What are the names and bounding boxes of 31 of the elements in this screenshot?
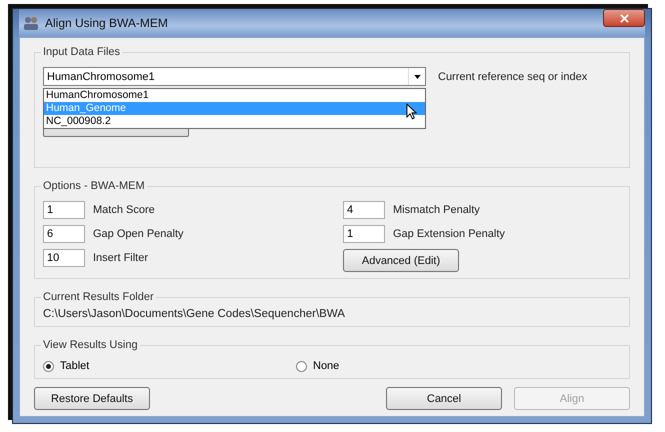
number-field[interactable]: 1 <box>343 225 385 243</box>
radio-label: Tablet <box>60 360 90 372</box>
field-label: Match Score <box>93 204 155 216</box>
field-label: Mismatch Penalty <box>393 204 480 216</box>
number-field[interactable]: 6 <box>43 225 85 243</box>
radio-button[interactable] <box>43 360 54 372</box>
group-legend: View Results Using <box>41 339 140 351</box>
close-button[interactable] <box>603 9 645 27</box>
reference-label: Current reference seq or index <box>438 70 588 82</box>
group-legend: Options - BWA-MEM <box>41 180 147 192</box>
field-label: Gap Open Penalty <box>93 228 184 240</box>
folder-path: C:\Users\Jason\Documents\Gene Codes\Sequencher\BWA <box>43 308 346 320</box>
radio-button[interactable] <box>296 360 307 372</box>
window-title: Align Using BWA-MEM <box>45 16 168 30</box>
group-legend: Current Results Folder <box>41 291 156 303</box>
close-icon <box>620 14 628 22</box>
dialog-button[interactable]: Cancel <box>386 387 502 410</box>
advanced-button[interactable]: Advanced (Edit) <box>343 249 459 272</box>
dropdown-option[interactable]: HumanChromosome1 <box>44 89 425 102</box>
dialog-button[interactable]: Restore Defaults <box>34 387 150 410</box>
field-label: Insert Filter <box>93 252 148 264</box>
number-field[interactable]: 10 <box>43 249 85 267</box>
people-icon <box>23 15 39 31</box>
number-field[interactable]: 1 <box>43 201 85 219</box>
number-field[interactable]: 4 <box>343 201 385 219</box>
dropdown-option[interactable]: NC_000908.2 <box>44 115 425 128</box>
field-label: Gap Extension Penalty <box>393 228 505 240</box>
group-legend: Input Data Files <box>41 46 122 58</box>
radio-label: None <box>313 360 340 372</box>
reference-dropdown[interactable]: HumanChromosome1 <box>43 67 426 86</box>
mouse-pointer-icon <box>406 103 417 120</box>
